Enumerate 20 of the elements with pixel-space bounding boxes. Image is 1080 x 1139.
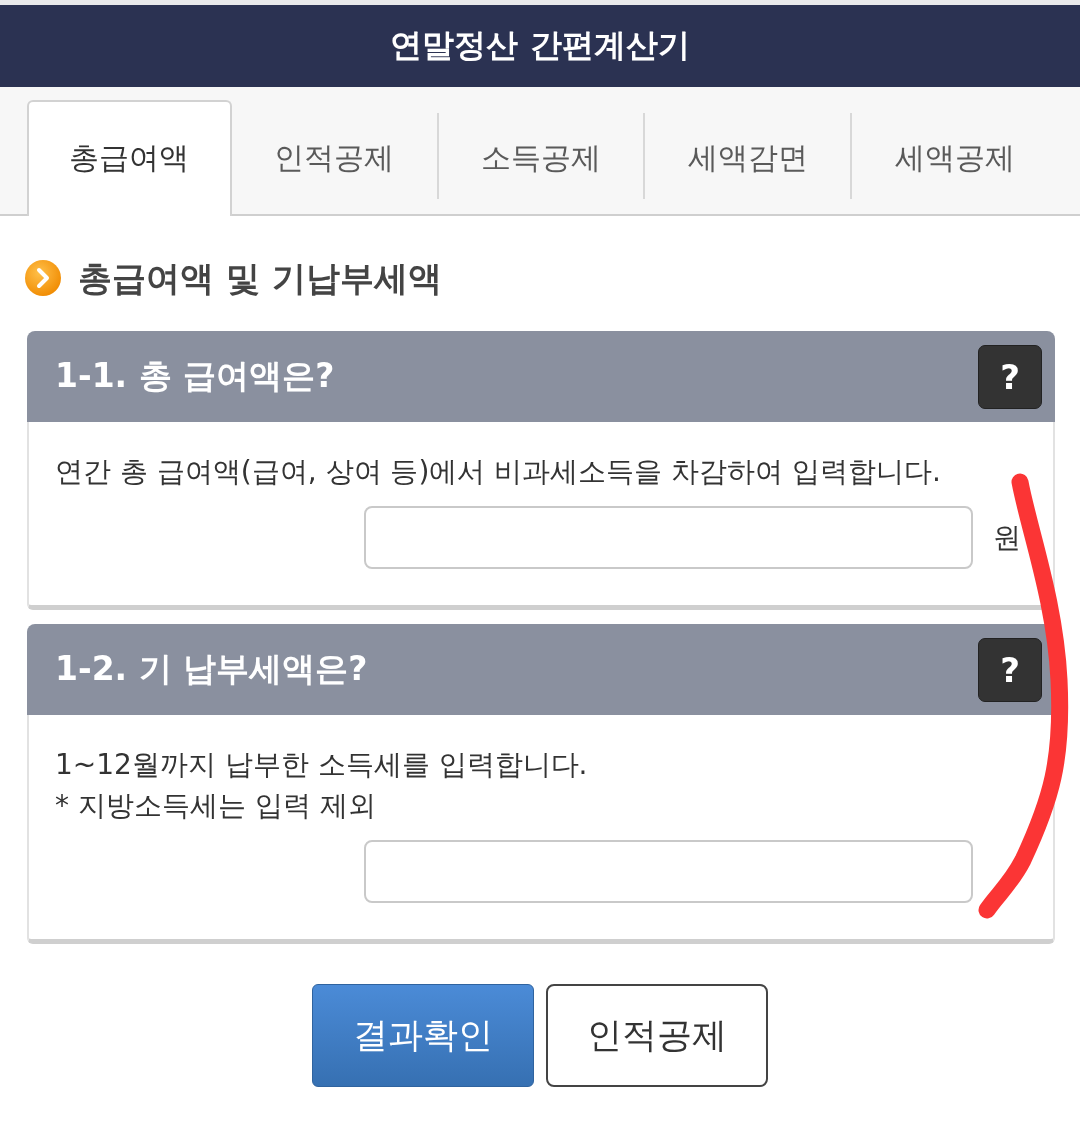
section-title: 총급여액 및 기납부세액 [78,258,442,298]
question-title: 1-1. 총 급여액은? [55,355,335,397]
help-button[interactable]: ? [978,344,1042,409]
chevron-circle-icon [25,260,61,296]
help-button[interactable]: ? [978,637,1042,702]
description-text: 연간 총 급여액(급여, 상여 등)에서 비과세소득을 차감하여 입력합니다. [55,454,942,490]
tab[interactable]: 총급여액 [27,100,232,216]
unit-label: 원 [993,519,1022,556]
tab[interactable]: 세액공제 [852,100,1057,216]
question-title: 1-2. 기 납부세액은? [55,648,368,690]
result-button[interactable]: 결과확인 [312,984,534,1087]
input-field[interactable] [364,506,973,569]
tab[interactable]: 소득공제 [438,100,644,216]
app-title: 연말정산 간편계산기 [390,25,690,66]
next-button[interactable]: 인적공제 [546,984,768,1087]
description-text: 1~12월까지 납부한 소득세를 입력합니다. [55,747,589,783]
tab[interactable]: 세액감면 [645,100,851,216]
input-field[interactable] [364,840,973,903]
tab[interactable]: 인적공제 [231,100,437,216]
note-text: * 지방소득세는 입력 제외 [55,788,377,824]
